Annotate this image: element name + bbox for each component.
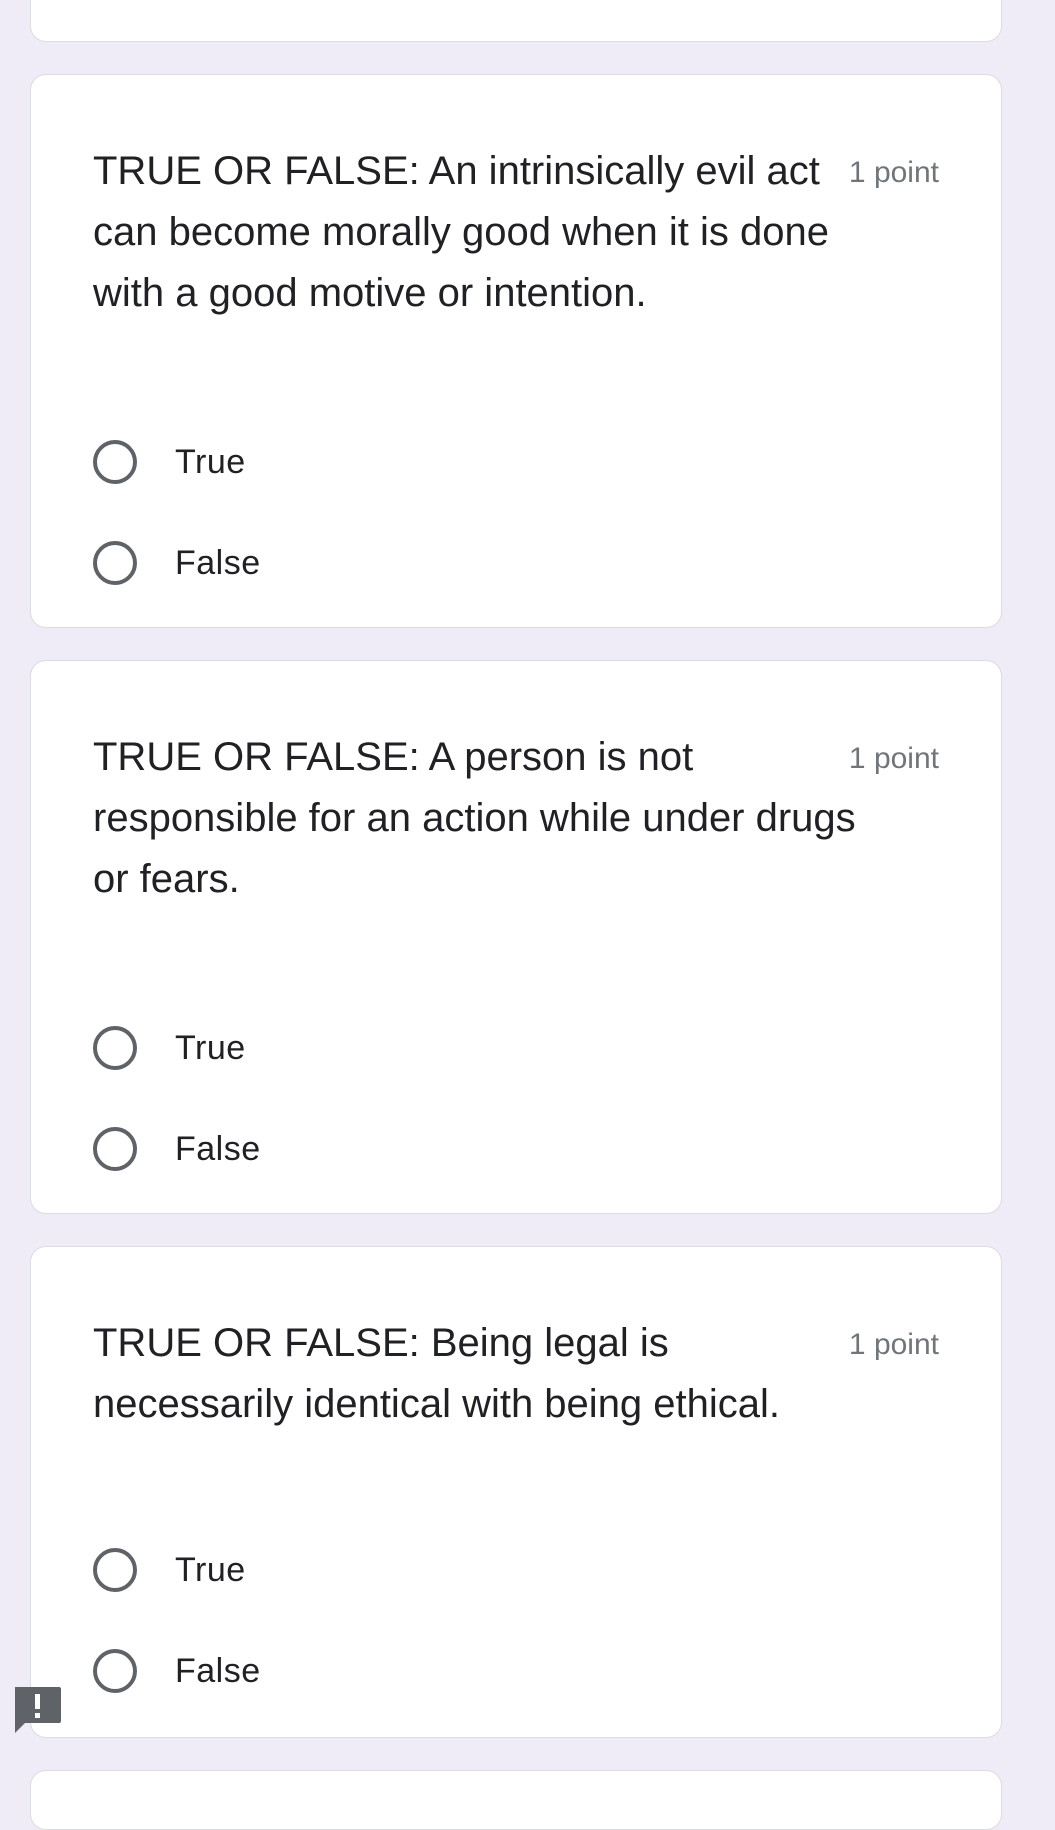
option-false[interactable]: False (93, 1123, 261, 1175)
option-label: True (175, 1550, 246, 1589)
option-label: True (175, 442, 246, 481)
option-true[interactable]: True (93, 436, 246, 488)
question-points: 1 point (848, 742, 939, 775)
option-label: False (175, 543, 261, 582)
question-card: TRUE OR FALSE: A person is not responsib… (30, 660, 1002, 1214)
option-true[interactable]: True (93, 1544, 246, 1596)
question-title: TRUE OR FALSE: A person is not responsib… (93, 735, 856, 901)
option-label: False (175, 1129, 261, 1168)
question-card: TRUE OR FALSE: An intrinsically evil act… (30, 74, 1002, 628)
question-points: 1 point (848, 156, 939, 189)
report-feedback-button[interactable] (11, 1683, 63, 1735)
radio-unchecked-icon[interactable] (93, 1127, 137, 1171)
radio-unchecked-icon[interactable] (93, 1548, 137, 1592)
question-card-partial-bottom (30, 1770, 1002, 1830)
option-false[interactable]: False (93, 537, 261, 589)
option-true[interactable]: True (93, 1022, 246, 1074)
question-card-partial-top (30, 0, 1002, 42)
radio-unchecked-icon[interactable] (93, 541, 137, 585)
option-false[interactable]: False (93, 1645, 261, 1697)
question-card: TRUE OR FALSE: Being legal is necessaril… (30, 1246, 1002, 1738)
question-points: 1 point (848, 1328, 939, 1361)
radio-unchecked-icon[interactable] (93, 1026, 137, 1070)
option-label: False (175, 1651, 261, 1690)
option-label: True (175, 1028, 246, 1067)
report-feedback-icon[interactable] (11, 1683, 63, 1735)
question-title: TRUE OR FALSE: An intrinsically evil act… (93, 149, 829, 315)
question-title: TRUE OR FALSE: Being legal is necessaril… (93, 1321, 781, 1426)
radio-unchecked-icon[interactable] (93, 440, 137, 484)
radio-unchecked-icon[interactable] (93, 1649, 137, 1693)
